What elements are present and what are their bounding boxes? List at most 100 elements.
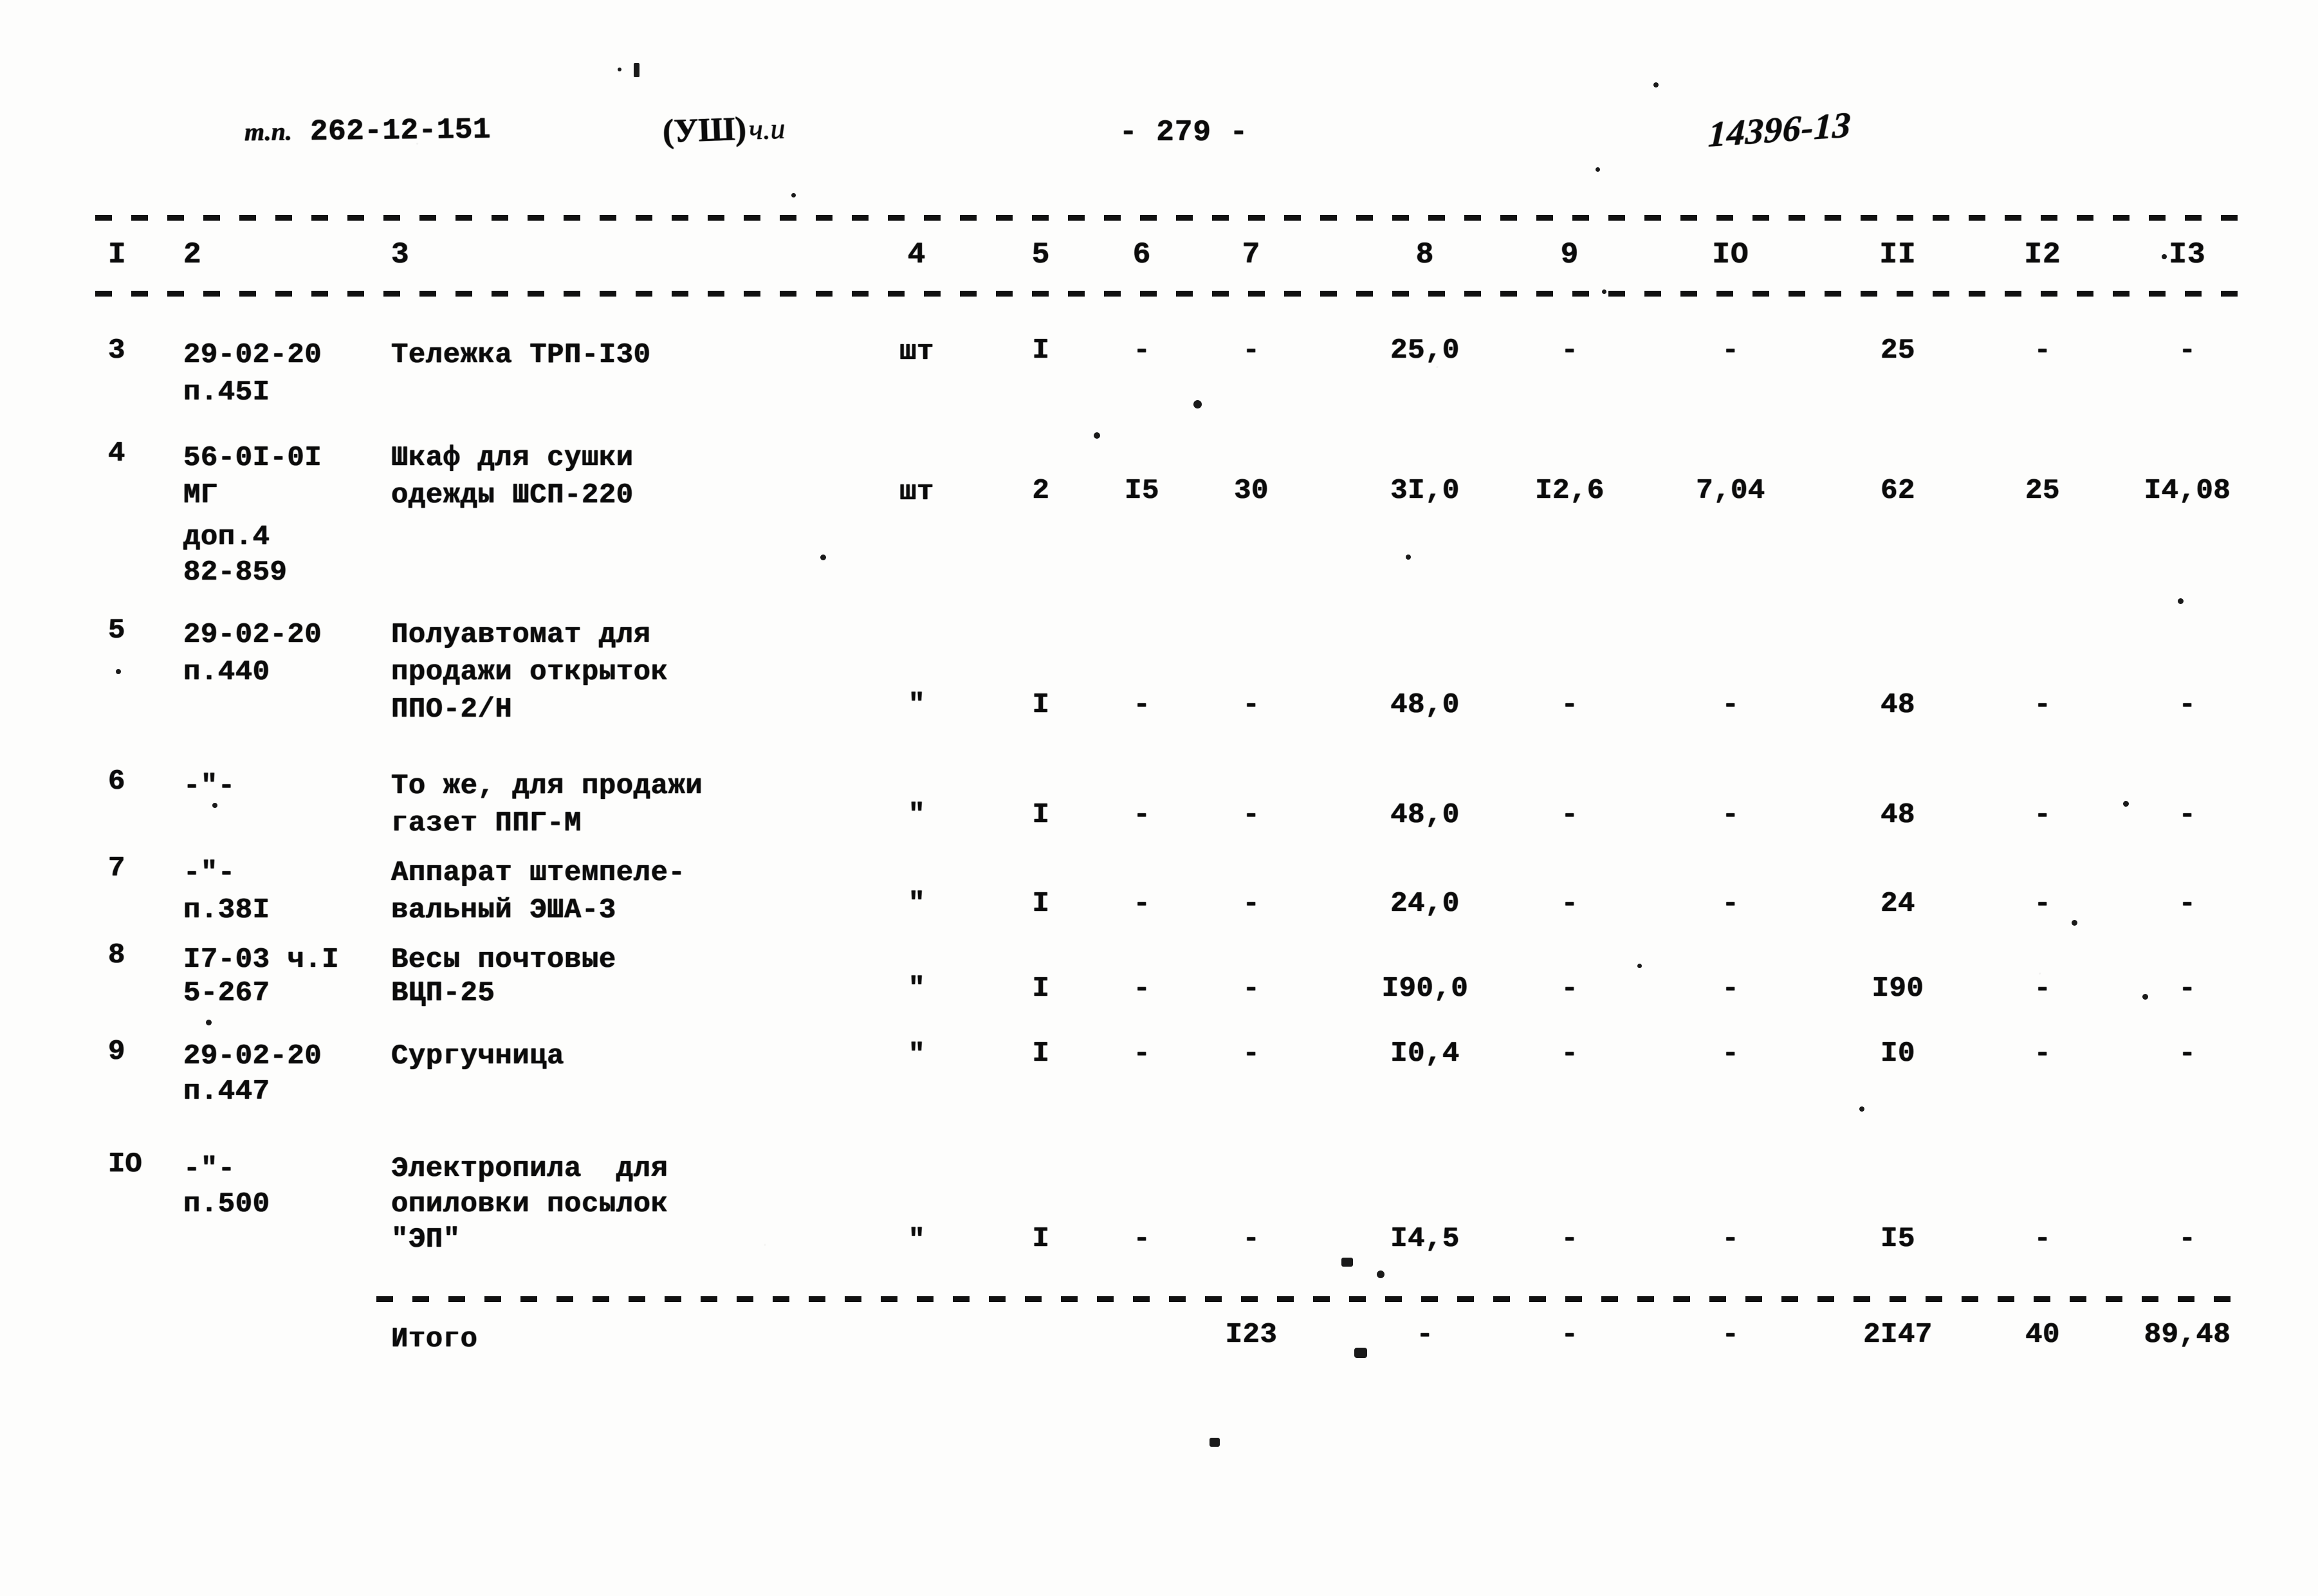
- row-code-line-2: п.45I: [183, 376, 270, 408]
- row-cell-10: 7,04: [1696, 475, 1765, 507]
- row-cell-4: шт: [899, 476, 934, 508]
- scan-speck: [1354, 1348, 1367, 1358]
- row-cell-5: I: [1032, 888, 1050, 920]
- row-cell-10: -: [1722, 1038, 1740, 1070]
- scan-speck: [212, 803, 217, 808]
- row-cell-4: ": [908, 1039, 926, 1071]
- row-name-line-1: Сургучница: [391, 1040, 565, 1072]
- row-cell-6: -: [1133, 335, 1151, 367]
- row-code-line-2: п.440: [183, 656, 270, 688]
- scan-speck: [1377, 1270, 1384, 1278]
- row-name-line-2: ВЦП-25: [391, 977, 495, 1009]
- row-index: 6: [108, 766, 125, 798]
- row-cell-12: -: [2034, 888, 2052, 920]
- row-cell-5: I: [1032, 973, 1050, 1005]
- row-cell-7: -: [1242, 335, 1260, 367]
- spec-code: т.п. 262-12-151: [244, 113, 492, 150]
- scan-speck: [1602, 289, 1606, 294]
- row-cell-9: -: [1561, 888, 1579, 920]
- row-cell-6: -: [1133, 1038, 1151, 1070]
- scan-speck: [1210, 1438, 1220, 1447]
- row-cell-11: 48: [1881, 799, 1915, 831]
- row-cell-11: 62: [1881, 475, 1915, 507]
- row-index: 7: [108, 852, 125, 885]
- page-number: - 279 -: [1119, 116, 1249, 149]
- row-cell-11: 24: [1881, 888, 1915, 920]
- row-cell-8: I90,0: [1381, 973, 1469, 1005]
- row-cell-13: -: [2178, 1223, 2196, 1255]
- scan-speck: [2178, 598, 2184, 604]
- row-cell-11: I0: [1881, 1038, 1915, 1070]
- spec-prefix: т.п.: [244, 116, 293, 147]
- row-code-line-1: -"-: [183, 770, 235, 802]
- row-name-line-1: Полуавтомат для: [391, 619, 651, 651]
- total-cell-9: -: [1561, 1319, 1579, 1351]
- column-header-1: I: [108, 238, 127, 271]
- row-cell-8: 48,0: [1390, 689, 1460, 721]
- total-cell-11: 2I47: [1863, 1319, 1933, 1351]
- column-header-5: 5: [1031, 238, 1051, 271]
- row-cell-7: -: [1242, 689, 1260, 721]
- scan-speck: [2123, 801, 2129, 807]
- table-rule-under-headers: [95, 291, 2238, 297]
- row-cell-10: -: [1722, 335, 1740, 367]
- row-code-line-1: 29-02-20: [183, 619, 322, 651]
- row-cell-10: -: [1722, 689, 1740, 721]
- row-code-line-2: п.500: [183, 1188, 270, 1220]
- column-header-10: IO: [1712, 238, 1749, 271]
- row-cell-7: -: [1242, 1038, 1260, 1070]
- row-cell-8: 3I,0: [1390, 475, 1460, 507]
- row-index: 5: [108, 614, 125, 647]
- row-name-line-1: Тележка ТРП-I30: [391, 339, 651, 371]
- row-cell-8: I4,5: [1390, 1223, 1460, 1255]
- row-cell-10: -: [1722, 799, 1740, 831]
- scan-speck: [2072, 920, 2077, 926]
- handwritten-section-note: (УШ)ч.и: [662, 109, 786, 151]
- row-cell-8: I0,4: [1390, 1038, 1460, 1070]
- scan-speck: [634, 63, 639, 77]
- row-cell-7: -: [1242, 888, 1260, 920]
- row-cell-8: 24,0: [1390, 888, 1460, 920]
- row-cell-12: -: [2034, 335, 2052, 367]
- row-cell-9: -: [1561, 335, 1579, 367]
- row-cell-12: -: [2034, 1038, 2052, 1070]
- column-header-4: 4: [907, 238, 926, 271]
- row-cell-9: -: [1561, 799, 1579, 831]
- row-name-line-1: То же, для продажи: [391, 770, 703, 802]
- row-cell-13: -: [2178, 799, 2196, 831]
- row-cell-5: I: [1032, 799, 1050, 831]
- row-cell-6: -: [1133, 973, 1151, 1005]
- row-name-line-2: газет ППГ-М: [391, 807, 582, 839]
- row-cell-13: -: [2178, 1038, 2196, 1070]
- column-header-8: 8: [1415, 238, 1435, 271]
- row-cell-8: 25,0: [1390, 335, 1460, 367]
- table-rule-above-total: [376, 1296, 2239, 1302]
- row-index: 9: [108, 1036, 125, 1068]
- row-cell-11: I90: [1872, 973, 1924, 1005]
- row-cell-10: -: [1722, 888, 1740, 920]
- handwritten-archive-number: 14396-13: [1707, 105, 1852, 155]
- row-cell-4: ": [908, 689, 926, 721]
- scan-speck: [206, 1020, 212, 1025]
- row-cell-5: I: [1032, 1223, 1050, 1255]
- column-header-12: I2: [2024, 238, 2061, 271]
- row-cell-7: 30: [1234, 475, 1269, 507]
- row-name-line-2: вальный ЭША-3: [391, 894, 616, 926]
- row-cell-5: I: [1032, 335, 1050, 367]
- row-cell-4: ": [908, 1224, 926, 1256]
- handwritten-section-value: (УШ): [662, 110, 747, 151]
- row-cell-6: I5: [1125, 475, 1159, 507]
- scan-speck: [618, 68, 621, 71]
- row-cell-4: ": [908, 799, 926, 831]
- scan-speck: [1193, 400, 1202, 408]
- scan-speck: [820, 555, 826, 560]
- total-cell-12: 40: [2025, 1319, 2060, 1351]
- scan-speck: [1406, 555, 1411, 560]
- column-header-2: 2: [183, 238, 202, 271]
- row-index: IO: [108, 1148, 142, 1180]
- row-cell-9: -: [1561, 689, 1579, 721]
- row-cell-12: -: [2034, 689, 2052, 721]
- row-cell-10: -: [1722, 1223, 1740, 1255]
- column-header-6: 6: [1132, 238, 1152, 271]
- row-name-line-3: "ЭП": [391, 1224, 461, 1256]
